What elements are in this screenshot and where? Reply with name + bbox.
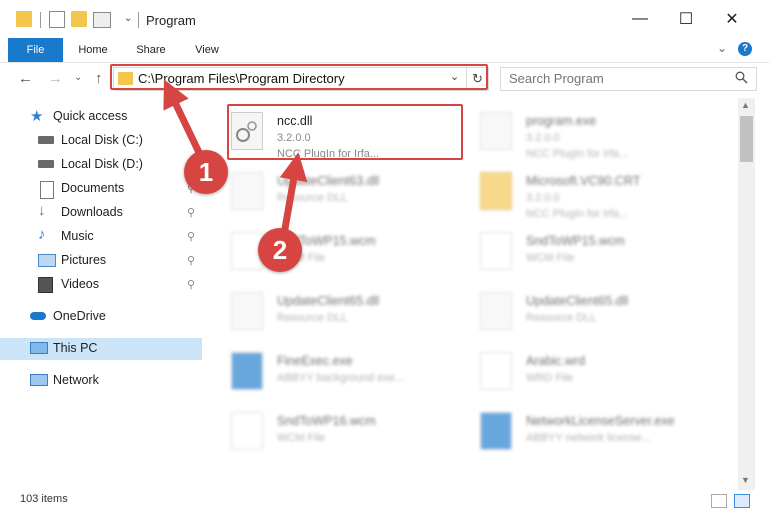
- step-badge-1: 1: [184, 150, 228, 194]
- step-badge-2: 2: [258, 228, 302, 272]
- annotation-arrows: [163, 79, 308, 241]
